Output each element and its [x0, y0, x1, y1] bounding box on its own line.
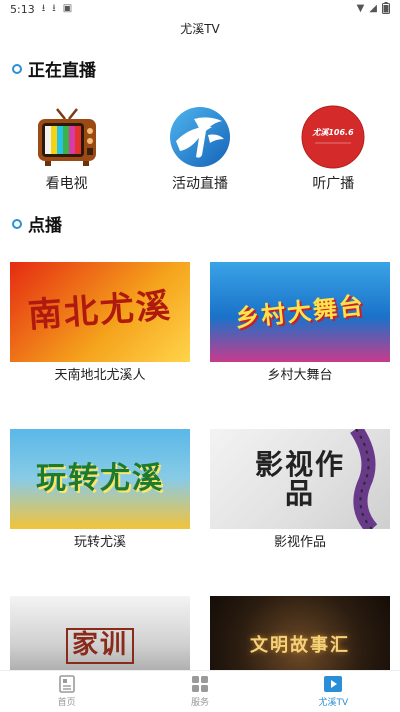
live-list: 看电视 活动直播 尤溪106.6 听广播: [0, 105, 400, 193]
nav-item-label: 首页: [57, 698, 76, 708]
bottom-nav: 首页 服务 尤溪TV: [0, 670, 400, 712]
thumbnail-art-text: 家训: [65, 628, 134, 664]
status-bar: 5:13 ⭳ ⭳ ▣ ▼ ◢: [0, 0, 400, 18]
tv-icon: [35, 105, 99, 169]
vod-section-header: 点播: [12, 211, 62, 236]
thumbnail-art-text: 玩转尤溪: [36, 461, 164, 497]
page-title: 尤溪TV: [180, 22, 220, 36]
film-strip-icon: [350, 429, 378, 529]
download-icon: ⭳: [41, 3, 46, 14]
live-item-tv[interactable]: 看电视: [7, 105, 127, 193]
vod-thumbnail: 乡村大舞台: [210, 262, 390, 362]
thumbnail-art-text: 南北尤溪: [26, 286, 174, 337]
live-item-activity[interactable]: 活动直播: [140, 105, 260, 193]
vod-thumbnail: 影视作品: [210, 429, 390, 529]
radio-icon: 尤溪106.6: [301, 105, 365, 169]
nav-item-home[interactable]: 首页: [32, 675, 102, 708]
radio-badge-text: 尤溪106.6: [312, 128, 355, 137]
activity-live-icon: [168, 105, 232, 169]
live-item-label: 听广播: [312, 176, 355, 192]
vod-section-title: 点播: [28, 216, 62, 236]
nav-item-youxi-tv[interactable]: 尤溪TV: [298, 675, 368, 708]
nav-item-services[interactable]: 服务: [165, 675, 235, 708]
vod-item[interactable]: 南北尤溪 天南地北尤溪人: [10, 262, 190, 383]
home-icon: [58, 675, 75, 693]
live-section-title: 正在直播: [28, 61, 96, 81]
vod-item-label: 天南地北尤溪人: [54, 368, 146, 383]
vod-item-label: 影视作品: [273, 535, 326, 550]
vod-thumbnail: 玩转尤溪: [10, 429, 190, 529]
thumbnail-art-text: 影视作品: [254, 447, 345, 510]
section-dot-icon: [12, 218, 22, 229]
status-time: 5:13: [10, 2, 35, 16]
thumbnail-art-text: 文明故事汇: [250, 634, 350, 656]
wifi-icon: ▼: [356, 3, 365, 14]
live-item-radio[interactable]: 尤溪106.6 听广播: [273, 105, 393, 193]
battery-icon: [382, 1, 390, 17]
notification-icon: ▣: [62, 3, 73, 14]
signal-icon: ◢: [369, 3, 377, 14]
vod-item[interactable]: 乡村大舞台 乡村大舞台: [210, 262, 390, 383]
video-icon: [324, 676, 343, 692]
live-section-header: 正在直播: [12, 56, 96, 81]
vod-item[interactable]: 玩转尤溪 玩转尤溪: [10, 429, 190, 550]
vod-item-label: 乡村大舞台: [267, 368, 333, 383]
vod-grid: 南北尤溪 天南地北尤溪人 乡村大舞台 乡村大舞台 玩转尤溪 玩转尤溪 影视作品 …: [10, 262, 390, 698]
vod-thumbnail: 南北尤溪: [10, 262, 190, 362]
vod-item[interactable]: 影视作品 影视作品: [210, 429, 390, 550]
nav-item-label: 服务: [190, 698, 209, 708]
live-item-label: 看电视: [45, 176, 88, 192]
vod-item-label: 玩转尤溪: [73, 535, 126, 550]
download-icon: ⭳: [52, 3, 56, 14]
grid-icon: [191, 676, 208, 692]
live-item-label: 活动直播: [171, 176, 228, 192]
thumbnail-art-text: 乡村大舞台: [233, 290, 367, 334]
nav-item-label: 尤溪TV: [318, 698, 349, 708]
section-dot-icon: [12, 63, 22, 74]
